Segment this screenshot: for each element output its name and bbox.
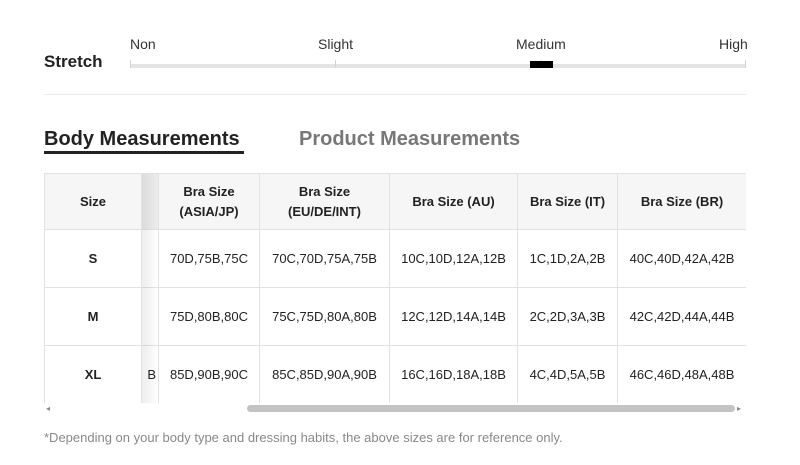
stretch-tick (745, 60, 746, 68)
reference-footnote: *Depending on your body type and dressin… (44, 430, 563, 445)
stretch-tick (130, 60, 131, 68)
table-cell-br: 46C,46D,48A,48B (618, 346, 746, 403)
section-divider (44, 94, 746, 95)
scroll-right-arrow-icon[interactable]: ▸ (737, 404, 741, 413)
stretch-label: Stretch (44, 52, 103, 71)
header-line: Bra Size (298, 183, 351, 199)
stretch-tick (335, 60, 336, 68)
tab-product-measurements[interactable]: Product Measurements (299, 128, 520, 151)
table-cell-eu: 75C,75D,80A,80B (260, 288, 390, 346)
row-size-m: M (45, 288, 142, 346)
table-cell-au: 16C,16D,18A,18B (390, 346, 518, 403)
table-cell-au: 10C,10D,12A,12B (390, 230, 518, 288)
table-cell-asia: 75D,80B,80C (159, 288, 260, 346)
stretch-level-non: Non (130, 36, 156, 52)
table-cell-asia: 70D,75B,75C (159, 230, 260, 288)
table-cell-br: 42C,42D,44A,44B (618, 288, 746, 346)
header-size: Size (45, 174, 142, 230)
header-bra-size-au: Bra Size (AU) (390, 174, 518, 230)
table-cell-br: 40C,40D,42A,42B (618, 230, 746, 288)
tab-body-measurements[interactable]: Body Measurements (44, 128, 240, 151)
header-bra-size-eu: Bra Size (EU/DE/INT) (260, 174, 390, 230)
table-cell-it: 4C,4D,5A,5B (518, 346, 618, 403)
table-cell-eu: 85C,85D,90A,90B (260, 346, 390, 403)
stretch-level-medium: Medium (516, 36, 566, 52)
table-cell-au: 12C,12D,14A,14B (390, 288, 518, 346)
scroll-left-arrow-icon[interactable]: ◂ (46, 404, 50, 413)
header-line: (ASIA/JP) (179, 203, 239, 219)
stretch-track (130, 64, 746, 68)
hidden-column-cell: B (142, 346, 159, 403)
header-bra-size-br: Bra Size (BR) (618, 174, 746, 230)
header-hidden-column (142, 174, 159, 230)
row-size-xl: XL (45, 346, 142, 403)
hidden-column-cell (142, 288, 159, 346)
header-bra-size-asia: Bra Size (ASIA/JP) (159, 174, 260, 230)
stretch-selected-indicator (530, 61, 553, 68)
table-cell-eu: 70C,70D,75A,75B (260, 230, 390, 288)
row-size-s: S (45, 230, 142, 288)
active-tab-underline (44, 151, 244, 154)
stretch-level-high: High (719, 36, 748, 52)
header-line: (EU/DE/INT) (288, 203, 361, 219)
table-cell-asia: 85D,90B,90C (159, 346, 260, 403)
hidden-column-cell (142, 230, 159, 288)
header-bra-size-it: Bra Size (IT) (518, 174, 618, 230)
stretch-level-slight: Slight (318, 36, 354, 52)
size-table[interactable]: Size Bra Size (ASIA/JP) Bra Size (EU/DE/… (44, 173, 746, 403)
table-cell-it: 2C,2D,3A,3B (518, 288, 618, 346)
horizontal-scrollbar-thumb[interactable] (247, 405, 735, 412)
table-cell-it: 1C,1D,2A,2B (518, 230, 618, 288)
header-line: Bra Size (183, 183, 235, 199)
